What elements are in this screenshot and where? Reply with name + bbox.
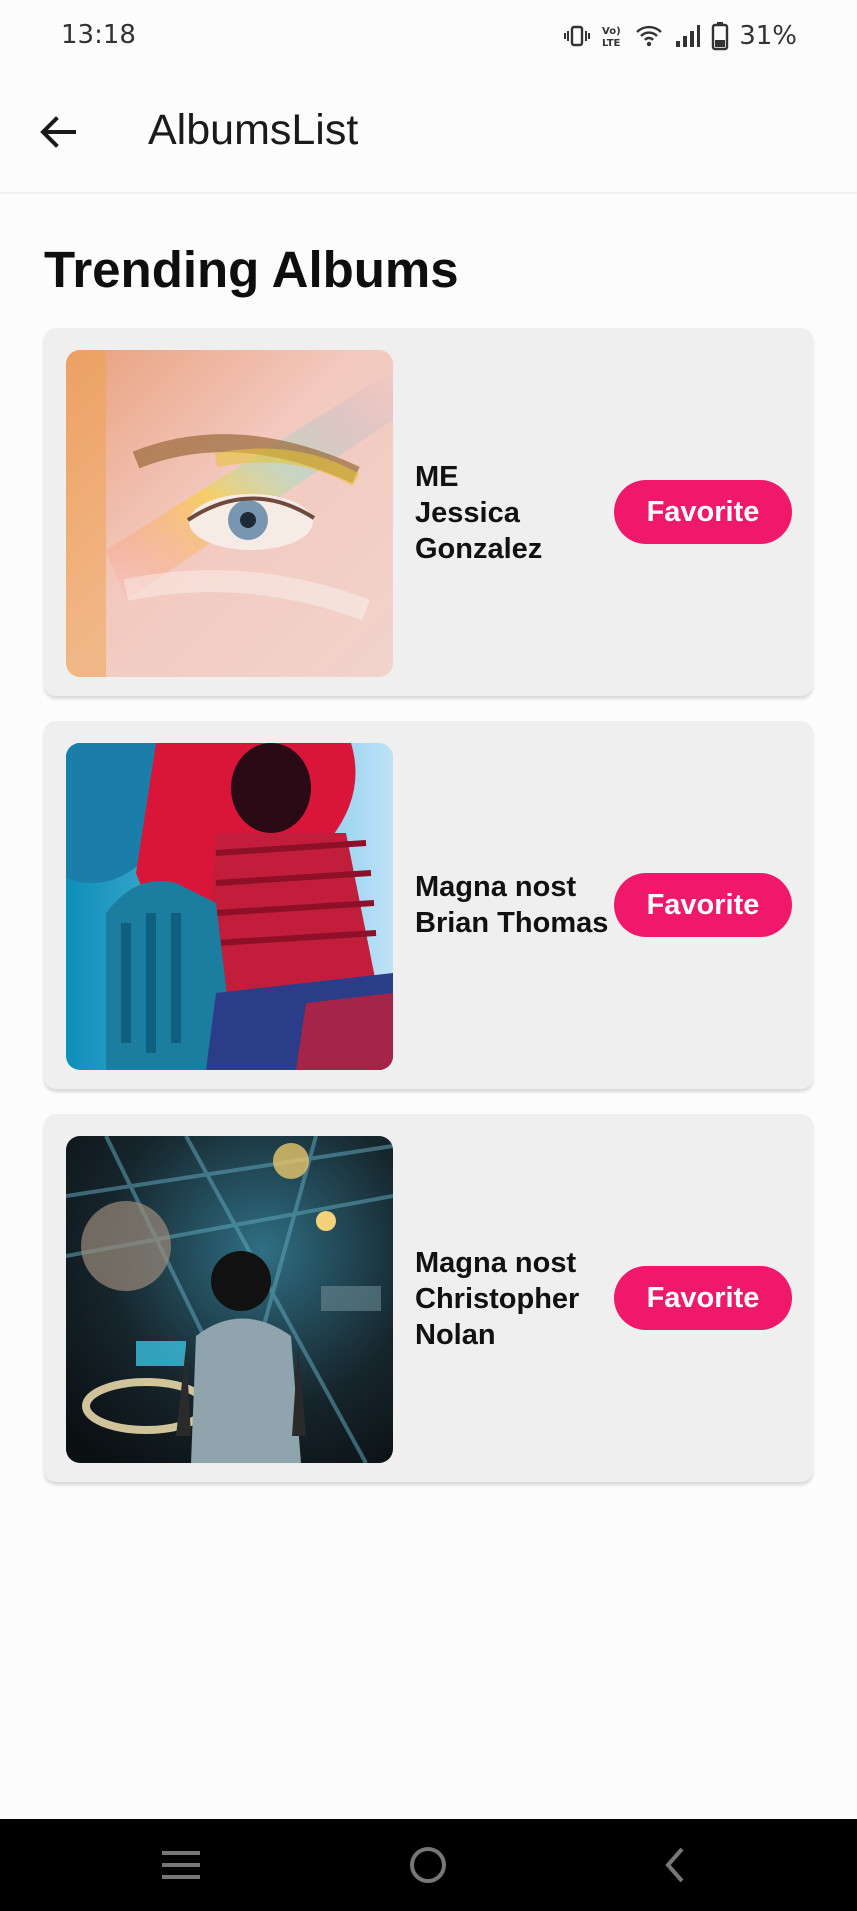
album-info: Magna nost Brian Thomas <box>415 869 625 941</box>
album-card: Magna nost Christopher Nolan Favorite <box>44 1114 813 1482</box>
album-card: ME Jessica Gonzalez Favorite <box>44 328 813 696</box>
menu-icon <box>162 1851 200 1879</box>
album-artist-cont: Nolan <box>415 1319 496 1351</box>
album-card: Magna nost Brian Thomas Favorite <box>44 721 813 1089</box>
vibrate-icon <box>563 22 591 50</box>
favorite-button[interactable]: Favorite <box>614 1266 792 1330</box>
status-bar: 13:18 Vo) LTE 31% <box>0 0 857 72</box>
favorite-button[interactable]: Favorite <box>614 873 792 937</box>
album-title: Magna nost <box>415 1247 577 1279</box>
favorite-button[interactable]: Favorite <box>614 480 792 544</box>
album-info: ME Jessica Gonzalez <box>415 459 625 567</box>
back-chevron-icon <box>665 1847 684 1883</box>
album-artist: Brian Thomas <box>415 907 609 939</box>
status-icons: Vo) LTE 31% <box>563 18 797 54</box>
album-title: ME <box>415 461 459 493</box>
battery-percent: 31% <box>739 21 797 51</box>
app-bar: AlbumsList <box>0 72 857 194</box>
section-title: Trending Albums <box>44 241 459 298</box>
menu-button[interactable] <box>151 1839 211 1891</box>
album-art <box>66 1136 393 1463</box>
home-button[interactable] <box>398 1839 458 1891</box>
album-artist: Christopher <box>415 1283 580 1315</box>
arrow-left-icon <box>40 116 76 148</box>
svg-text:Vo): Vo) <box>602 26 621 37</box>
signal-icon <box>673 23 701 49</box>
album-info: Magna nost Christopher Nolan <box>415 1245 625 1353</box>
album-art <box>66 350 393 677</box>
app-title: AlbumsList <box>148 106 359 154</box>
back-button[interactable] <box>30 104 86 160</box>
svg-text:LTE: LTE <box>602 38 621 49</box>
album-art <box>66 743 393 1070</box>
wifi-icon <box>635 23 663 49</box>
album-artist-cont: Gonzalez <box>415 533 543 565</box>
volte-icon: Vo) LTE <box>601 22 625 50</box>
home-icon <box>410 1847 446 1883</box>
back-nav-button[interactable] <box>645 1839 705 1891</box>
album-title: Magna nost <box>415 871 577 903</box>
battery-icon <box>711 21 729 51</box>
album-artist: Jessica <box>415 497 520 529</box>
system-nav-bar <box>0 1819 857 1911</box>
status-time: 13:18 <box>61 20 136 50</box>
